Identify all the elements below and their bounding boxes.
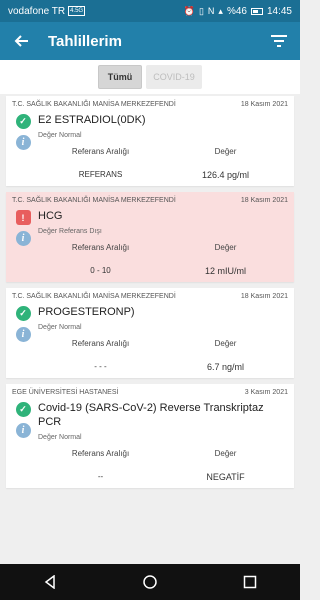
carrier-name: vodafone TR [8,5,66,17]
arrow-left-icon[interactable] [10,30,32,52]
result-card[interactable]: T.C. SAĞLIK BAKANLIĞI MANİSA MERKEZEFEND… [6,96,294,186]
page-title: Tahlillerim [48,32,122,50]
hospital-name: T.C. SAĞLIK BAKANLIĞI MANİSA MERKEZEFEND… [12,197,176,204]
recents-square-icon[interactable] [242,574,258,590]
check-circle-icon: ✓ [15,402,31,417]
reference-range-value: 0 - 10 [90,266,111,275]
test-name: PROGESTERONP) [38,306,135,318]
app-bar: Tahlillerim [0,22,300,60]
value-label: Değer [214,449,237,458]
test-name: HCG [38,210,63,222]
info-icon[interactable]: i [15,423,31,438]
info-icon[interactable]: i [15,327,31,342]
test-status: Değer Normal [38,132,82,139]
result-date: 3 Kasım 2021 [244,389,288,396]
alarm-icon: ⏰ [183,5,195,16]
signal-icon: ▴ [218,5,223,16]
result-value: 6.7 ng/ml [206,362,245,372]
value-label: Değer [214,147,237,156]
reference-range-label: Referans Aralığı [71,243,130,252]
result-card[interactable]: T.C. SAĞLIK BAKANLIĞI MANİSA MERKEZEFEND… [6,288,294,378]
result-date: 18 Kasım 2021 [240,197,288,204]
filter-icon[interactable] [268,30,290,52]
warning-icon: ! [15,210,31,225]
hospital-name: T.C. SAĞLIK BAKANLIĞI MANİSA MERKEZEFEND… [12,293,176,300]
check-circle-icon: ✓ [15,306,31,321]
system-nav-bar [0,564,300,600]
reference-range-value: -- [97,472,104,481]
battery-percent: %46 [226,5,247,17]
info-icon[interactable]: i [15,135,31,150]
tab-all[interactable]: Tümü [98,65,142,89]
test-name: Covid-19 (SARS-CoV-2) Reverse Transkript… [38,402,264,428]
check-circle-icon: ✓ [15,114,31,129]
result-date: 18 Kasım 2021 [240,101,288,108]
battery-icon [250,7,263,15]
test-results-list: T.C. SAĞLIK BAKANLIĞI MANİSA MERKEZEFEND… [6,96,294,494]
hospital-name: T.C. SAĞLIK BAKANLIĞI MANİSA MERKEZEFEND… [12,101,176,108]
result-value: NEGATİF [206,472,245,482]
clock: 14:45 [266,5,292,17]
result-value: 126.4 pg/ml [201,170,250,180]
result-card[interactable]: EGE ÜNİVERSİTESİ HASTANESİ 3 Kasım 2021 … [6,384,294,488]
nfc-icon: N [207,6,215,16]
reference-range-value: - - - [94,362,107,371]
value-label: Değer [214,243,237,252]
test-status: Değer Normal [38,434,82,441]
result-value: 12 mIU/ml [204,266,246,276]
hospital-name: EGE ÜNİVERSİTESİ HASTANESİ [12,389,119,396]
reference-range-label: Referans Aralığı [71,339,130,348]
value-label: Değer [214,339,237,348]
vibrate-icon: ▯ [198,5,204,16]
filter-tabs: Tümü COVID-19 [0,60,300,94]
network-badge: 4.5G [68,6,86,16]
result-card[interactable]: T.C. SAĞLIK BAKANLIĞI MANİSA MERKEZEFEND… [6,192,294,282]
info-icon[interactable]: i [15,231,31,246]
status-bar: vodafone TR 4.5G ⏰ ▯ N ▴ %46 14:45 [0,0,300,22]
test-status: Değer Referans Dışı [38,228,102,235]
reference-range-label: Referans Aralığı [71,449,130,458]
back-triangle-icon[interactable] [42,574,58,590]
reference-range-value: REFERANS [78,170,123,179]
test-status: Değer Normal [38,324,82,331]
tab-covid19[interactable]: COVID-19 [146,65,202,89]
result-date: 18 Kasım 2021 [240,293,288,300]
home-circle-icon[interactable] [142,574,158,590]
reference-range-label: Referans Aralığı [71,147,130,156]
test-name: E2 ESTRADIOL(0DK) [38,114,146,126]
